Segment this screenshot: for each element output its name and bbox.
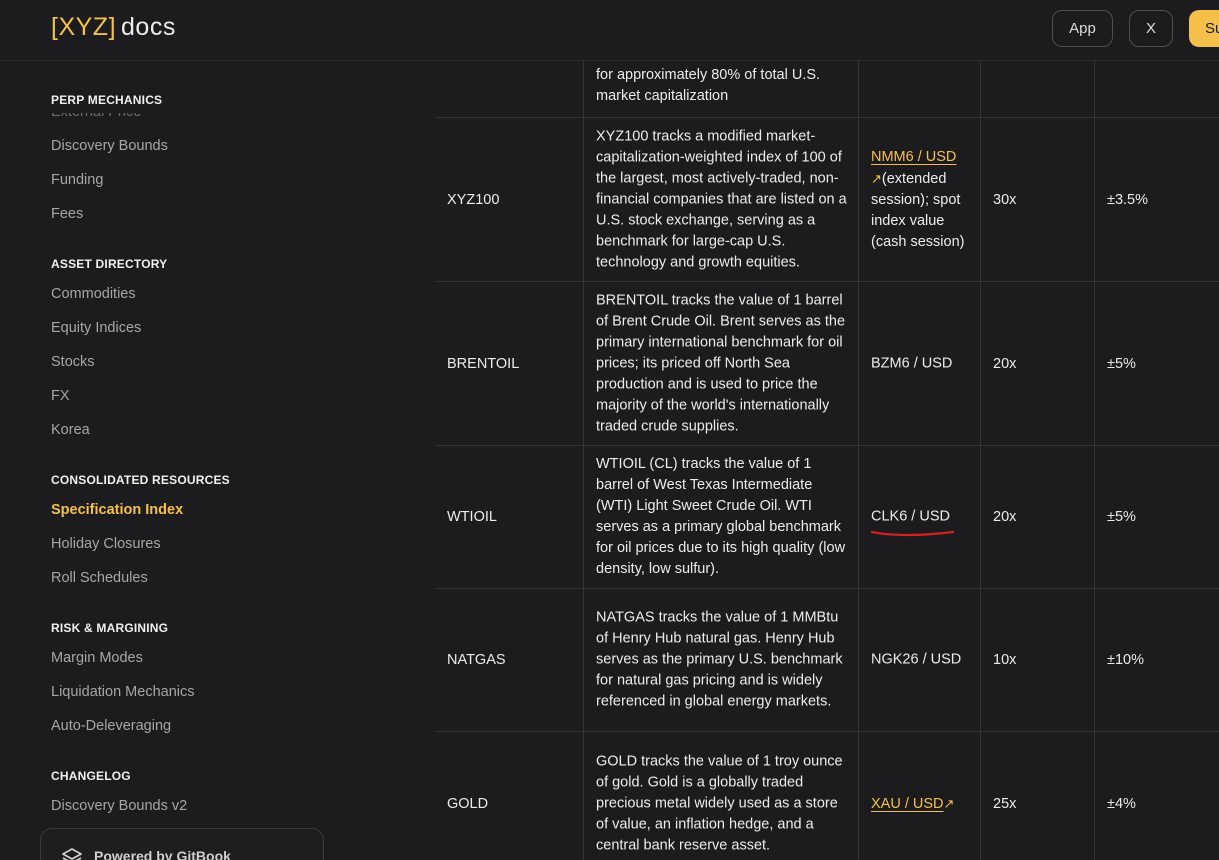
sidebar-item-funding[interactable]: Funding xyxy=(51,172,103,188)
sidebar-item-stocks[interactable]: Stocks xyxy=(51,354,95,370)
sidebar-item-specification-index[interactable]: Specification Index xyxy=(51,502,183,518)
reference-link[interactable]: NMM6 / USD xyxy=(871,149,956,165)
symbol-cell: GOLD xyxy=(435,732,583,860)
leverage-cell: 10x xyxy=(980,589,1094,731)
description-text: WTIOIL (CL) tracks the value of 1 barrel… xyxy=(596,456,846,577)
site-logo[interactable]: [XYZ] docs xyxy=(51,12,176,42)
reference-cell: NMM6 / USD ↗(extended session); spot ind… xyxy=(858,118,980,281)
leverage-cell: 20x xyxy=(980,446,1094,588)
leverage-value: 10x xyxy=(993,652,1017,668)
description-cell: BRENTOIL tracks the value of 1 barrel of… xyxy=(583,282,858,445)
specification-table: energy, and industrials, and accounts fo… xyxy=(435,0,1219,860)
sidebar-item-equity-indices[interactable]: Equity Indices xyxy=(51,320,141,336)
leverage-cell: 30x xyxy=(980,118,1094,281)
reference-text: NGK26 / USD xyxy=(871,651,962,668)
reference-text: CLK6 / USD xyxy=(871,508,950,525)
gitbook-logo-icon xyxy=(62,848,82,860)
leverage-value: 25x xyxy=(993,796,1017,812)
leverage-cell: 20x xyxy=(980,282,1094,445)
symbol-text: GOLD xyxy=(447,796,489,812)
description-cell: WTIOIL (CL) tracks the value of 1 barrel… xyxy=(583,446,858,588)
leverage-value: 20x xyxy=(993,355,1017,372)
reference-cell: NGK26 / USD xyxy=(858,589,980,731)
leverage-value: 20x xyxy=(993,509,1017,525)
bounds-value: ±10% xyxy=(1107,652,1144,668)
symbol-text: WTIOIL xyxy=(447,509,497,525)
bounds-cell: ±10% xyxy=(1094,589,1219,731)
top-header: [XYZ] docs App X Su xyxy=(0,0,1219,61)
section-title-consolidated-resources: CONSOLIDATED RESOURCES xyxy=(51,473,230,487)
description-cell: GOLD tracks the value of 1 troy ounce of… xyxy=(583,732,858,860)
leverage-value: 30x xyxy=(993,191,1017,208)
section-title-asset-directory: ASSET DIRECTORY xyxy=(51,257,168,271)
table-row: GOLD GOLD tracks the value of 1 troy oun… xyxy=(435,732,1219,860)
sidebar-item-liquidation-mechanics[interactable]: Liquidation Mechanics xyxy=(51,684,194,700)
bounds-value: ±3.5% xyxy=(1107,191,1149,208)
symbol-cell: XYZ100 xyxy=(435,118,583,281)
sidebar: External Price PERP MECHANICS Discovery … xyxy=(0,61,420,860)
gitbook-label: Powered by GitBook xyxy=(94,848,231,860)
table-row: BRENTOIL BRENTOIL tracks the value of 1 … xyxy=(435,282,1219,446)
external-link-arrow-icon[interactable]: ↗ xyxy=(944,796,955,811)
reference-cell: XAU / USD↗ xyxy=(858,732,980,860)
sidebar-item-commodities[interactable]: Commodities xyxy=(51,286,136,302)
table-row: NATGAS NATGAS tracks the value of 1 MMBt… xyxy=(435,589,1219,732)
symbol-text: NATGAS xyxy=(447,652,506,668)
reference-link[interactable]: XAU / USD xyxy=(871,796,944,812)
bounds-cell: ±3.5% xyxy=(1094,118,1219,281)
sidebar-item-discovery-bounds[interactable]: Discovery Bounds xyxy=(51,138,168,154)
logo-word: docs xyxy=(121,13,176,41)
bounds-value: ±5% xyxy=(1107,355,1136,372)
sidebar-item-auto-deleveraging[interactable]: Auto-Deleveraging xyxy=(51,718,171,734)
app-button[interactable]: App xyxy=(1052,10,1113,47)
description-cell: NATGAS tracks the value of 1 MMBtu of He… xyxy=(583,589,858,731)
symbol-cell: BRENTOIL xyxy=(435,282,583,445)
red-underline-annotation xyxy=(870,530,955,537)
description-text: XYZ100 tracks a modified market-capitali… xyxy=(596,128,847,270)
description-cell: XYZ100 tracks a modified market-capitali… xyxy=(583,118,858,281)
bounds-value: ±5% xyxy=(1107,509,1136,525)
table-row: WTIOIL WTIOIL (CL) tracks the value of 1… xyxy=(435,446,1219,589)
sidebar-item-margin-modes[interactable]: Margin Modes xyxy=(51,650,143,666)
bounds-cell: ±5% xyxy=(1094,282,1219,445)
reference-text: XAU / USD↗ xyxy=(871,793,979,815)
section-title-risk-margining: RISK & MARGINING xyxy=(51,621,169,635)
sidebar-item-holiday-closures[interactable]: Holiday Closures xyxy=(51,536,161,552)
symbol-text: XYZ100 xyxy=(447,191,500,208)
reference-cell: BZM6 / USD xyxy=(858,282,980,445)
external-link-arrow-icon[interactable]: ↗ xyxy=(871,171,882,186)
reference-text: NMM6 / USD ↗(extended session); spot ind… xyxy=(871,147,979,253)
symbol-cell: NATGAS xyxy=(435,589,583,731)
powered-by-gitbook[interactable]: Powered by GitBook xyxy=(40,828,324,860)
logo-bracket: [XYZ] xyxy=(51,13,117,41)
bounds-value: ±4% xyxy=(1107,796,1136,812)
subscribe-button[interactable]: Su xyxy=(1189,10,1219,47)
reference-text: BZM6 / USD xyxy=(871,355,953,371)
section-title-perp-mechanics: PERP MECHANICS xyxy=(51,93,163,109)
bounds-cell: ±5% xyxy=(1094,446,1219,588)
table-row: XYZ100 XYZ100 tracks a modified market-c… xyxy=(435,118,1219,282)
section-title-changelog: CHANGELOG xyxy=(51,769,131,783)
symbol-text: BRENTOIL xyxy=(447,355,520,372)
reference-suffix: (extended session); spot index value (ca… xyxy=(871,170,965,250)
symbol-cell: WTIOIL xyxy=(435,446,583,588)
description-text: GOLD tracks the value of 1 troy ounce of… xyxy=(596,753,843,854)
sidebar-item-fees[interactable]: Fees xyxy=(51,206,83,222)
x-button[interactable]: X xyxy=(1129,10,1173,47)
docs-page: energy, and industrials, and accounts fo… xyxy=(0,0,1219,860)
sidebar-item-korea[interactable]: Korea xyxy=(51,422,90,438)
reference-cell: CLK6 / USD xyxy=(858,446,980,588)
description-text: NATGAS tracks the value of 1 MMBtu of He… xyxy=(596,609,843,710)
sidebar-item-fx[interactable]: FX xyxy=(51,388,70,404)
description-text: BRENTOIL tracks the value of 1 barrel of… xyxy=(596,292,846,434)
bounds-cell: ±4% xyxy=(1094,732,1219,860)
sidebar-item-discovery-bounds-v2[interactable]: Discovery Bounds v2 xyxy=(51,798,187,814)
sidebar-item-roll-schedules[interactable]: Roll Schedules xyxy=(51,570,148,586)
leverage-cell: 25x xyxy=(980,732,1094,860)
